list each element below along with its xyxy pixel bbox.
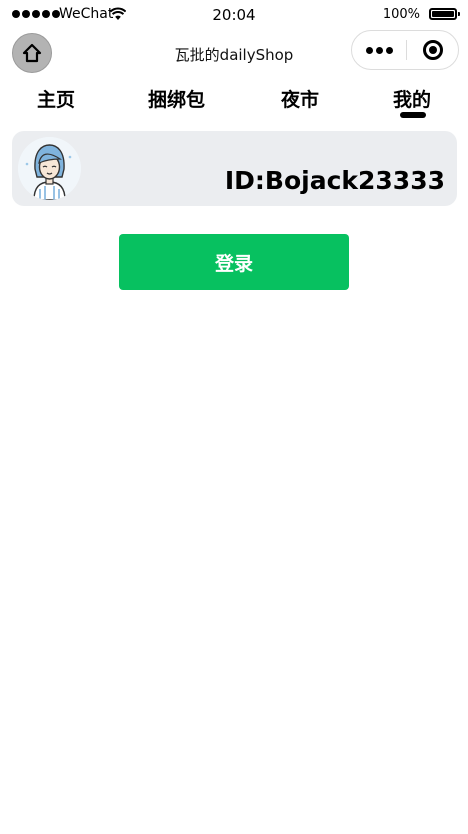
target-icon[interactable] — [423, 40, 443, 60]
login-button[interactable]: 登录 — [119, 234, 349, 290]
battery-percentage: 100% — [382, 7, 420, 22]
mini-program-capsule — [351, 30, 459, 70]
user-id: ID:Bojack23333 — [224, 166, 445, 195]
battery-icon — [429, 8, 460, 20]
profile-card: ID:Bojack23333 — [12, 131, 457, 206]
tab-mine[interactable]: 我的 — [393, 85, 431, 112]
active-tab-indicator — [400, 112, 426, 118]
page: WeChat 20:04 100% 瓦批的dailyShop 主页 捆绑包 夜市… — [0, 0, 468, 834]
more-icon[interactable] — [366, 47, 393, 54]
avatar[interactable] — [18, 137, 81, 200]
capsule-divider — [406, 40, 407, 60]
tab-home[interactable]: 主页 — [37, 85, 75, 112]
tab-bundles[interactable]: 捆绑包 — [148, 85, 205, 112]
status-bar: WeChat 20:04 100% — [0, 0, 468, 30]
tab-night-market[interactable]: 夜市 — [281, 85, 319, 112]
avatar-illustration — [18, 137, 81, 200]
